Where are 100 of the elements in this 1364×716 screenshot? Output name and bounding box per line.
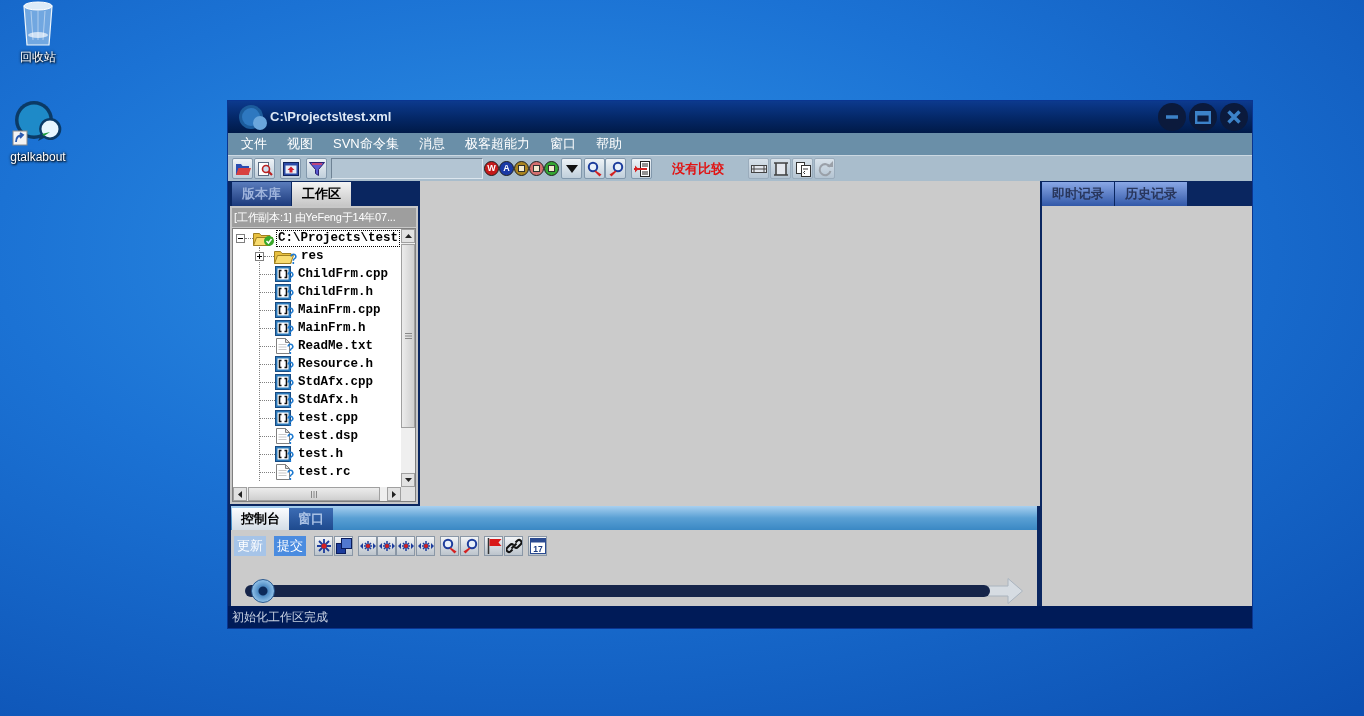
tree-item[interactable]: res — [299, 247, 326, 265]
source-file-icon — [275, 446, 291, 462]
toolbar-button[interactable] — [416, 536, 435, 556]
source-file-icon — [275, 374, 291, 390]
toolbar-button[interactable] — [377, 536, 396, 556]
toolbar-button[interactable] — [232, 158, 253, 179]
magnifier-icon — [607, 160, 624, 177]
tree-item[interactable]: C:\Projects\test — [276, 229, 401, 247]
toolbar-button[interactable] — [280, 158, 301, 179]
asterisk-arrows-icon — [359, 538, 376, 554]
copy-icon — [794, 160, 811, 177]
source-file-icon — [275, 266, 291, 282]
caret-right-icon — [392, 490, 396, 498]
scroll-right-button[interactable] — [387, 487, 401, 501]
tree-item[interactable]: test.h — [296, 445, 345, 463]
scroll-left-button[interactable] — [233, 487, 247, 501]
square-icon — [518, 165, 525, 172]
tree-item[interactable]: MainFrm.cpp — [296, 301, 383, 319]
vertical-scrollbar[interactable] — [401, 229, 415, 487]
source-file-icon — [275, 392, 291, 408]
working-copy-info: [工作副本:1] 由YeFeng于14年07... — [232, 208, 416, 227]
tab[interactable]: 窗口 — [289, 508, 333, 530]
pages-icon — [335, 538, 352, 554]
toolbar-button[interactable] — [358, 536, 377, 556]
folder-icon — [274, 248, 294, 264]
slider-thumb[interactable] — [251, 579, 275, 603]
toolbar-button[interactable] — [314, 536, 333, 556]
toolbar-button[interactable] — [306, 158, 327, 179]
toolbar-button[interactable] — [254, 158, 275, 179]
asterisk-arrows-icon — [417, 538, 434, 554]
dropdown-button[interactable] — [561, 158, 582, 179]
tree-item[interactable]: ReadMe.txt — [296, 337, 375, 355]
desktop-icon-label[interactable]: 回收站 — [20, 50, 56, 64]
expand-icon[interactable] — [255, 251, 264, 261]
tree-item[interactable]: test.cpp — [296, 409, 360, 427]
maximize-button[interactable] — [1189, 103, 1217, 131]
asterisk-arrows-icon — [397, 538, 414, 554]
app-logo-icon — [238, 103, 268, 131]
flag-icon — [485, 538, 502, 554]
collapse-icon[interactable] — [236, 233, 245, 243]
toolbar-button[interactable] — [440, 536, 459, 556]
scrollbar-corner — [401, 487, 415, 501]
toolbar-button[interactable] — [584, 158, 605, 179]
source-file-icon — [275, 302, 291, 318]
toolbar-button[interactable]: A — [499, 161, 514, 176]
minimize-button[interactable] — [1158, 103, 1186, 131]
tree-item[interactable]: StdAfx.cpp — [296, 373, 375, 391]
scrollbar-thumb[interactable] — [401, 244, 415, 428]
toolbar-button[interactable] — [792, 158, 813, 179]
desktop-icon-label[interactable]: gtalkabout — [10, 150, 66, 164]
toolbar-button[interactable] — [529, 161, 544, 176]
caret-up-icon — [404, 234, 412, 238]
toolbar-button[interactable] — [484, 536, 503, 556]
scrollbar-thumb[interactable] — [248, 487, 380, 501]
close-icon — [1227, 110, 1241, 124]
toolbar-button[interactable] — [460, 536, 479, 556]
tree-item[interactable]: test.rc — [296, 463, 353, 481]
scroll-up-button[interactable] — [401, 229, 415, 243]
window-icon — [282, 160, 299, 177]
source-file-icon — [275, 356, 291, 372]
toolbar-button[interactable]: 17 — [528, 536, 547, 556]
horizontal-scrollbar[interactable] — [233, 487, 401, 501]
table-icon — [772, 160, 789, 177]
toolbar-button[interactable] — [748, 158, 769, 179]
square-icon — [533, 165, 540, 172]
toolbar-button[interactable] — [544, 161, 559, 176]
tab[interactable]: 工作区 — [292, 182, 351, 206]
tree-item[interactable]: Resource.h — [296, 355, 375, 373]
toolbar-button[interactable] — [504, 536, 523, 556]
link-icon — [505, 538, 522, 554]
tree-item[interactable]: ChildFrm.h — [296, 283, 375, 301]
toolbar-button[interactable] — [605, 158, 626, 179]
tree-item[interactable]: test.dsp — [296, 427, 360, 445]
magnifier-icon — [586, 160, 603, 177]
caret-down-icon — [404, 478, 412, 482]
close-button[interactable] — [1220, 103, 1248, 131]
toolbar-button[interactable] — [631, 158, 652, 179]
tree-item[interactable]: ChildFrm.cpp — [296, 265, 390, 283]
caret-left-icon — [238, 490, 242, 498]
source-file-icon — [275, 320, 291, 336]
window-title: C:\Projects\test.xml — [270, 108, 392, 127]
maximize-icon — [1195, 110, 1211, 124]
toolbar-button[interactable] — [334, 536, 353, 556]
text-field[interactable] — [331, 158, 483, 179]
arrow-head-icon — [986, 578, 1023, 604]
toolbar-button[interactable] — [396, 536, 415, 556]
tab[interactable]: 控制台 — [232, 508, 289, 530]
magnifier-icon — [441, 538, 458, 554]
toolbar-button[interactable] — [514, 161, 529, 176]
source-file-icon — [275, 284, 291, 300]
tree-item[interactable]: MainFrm.h — [296, 319, 368, 337]
scroll-down-button[interactable] — [401, 473, 415, 487]
grip-icon — [311, 490, 317, 498]
chat-bubbles-icon[interactable] — [12, 100, 64, 146]
tree-item[interactable]: StdAfx.h — [296, 391, 360, 409]
toolbar-button[interactable]: W — [484, 161, 499, 176]
compare-status: 没有比较 — [672, 159, 724, 178]
asterisk-arrows-icon — [378, 538, 395, 554]
refresh-icon — [816, 160, 833, 177]
grip-icon — [404, 333, 412, 339]
